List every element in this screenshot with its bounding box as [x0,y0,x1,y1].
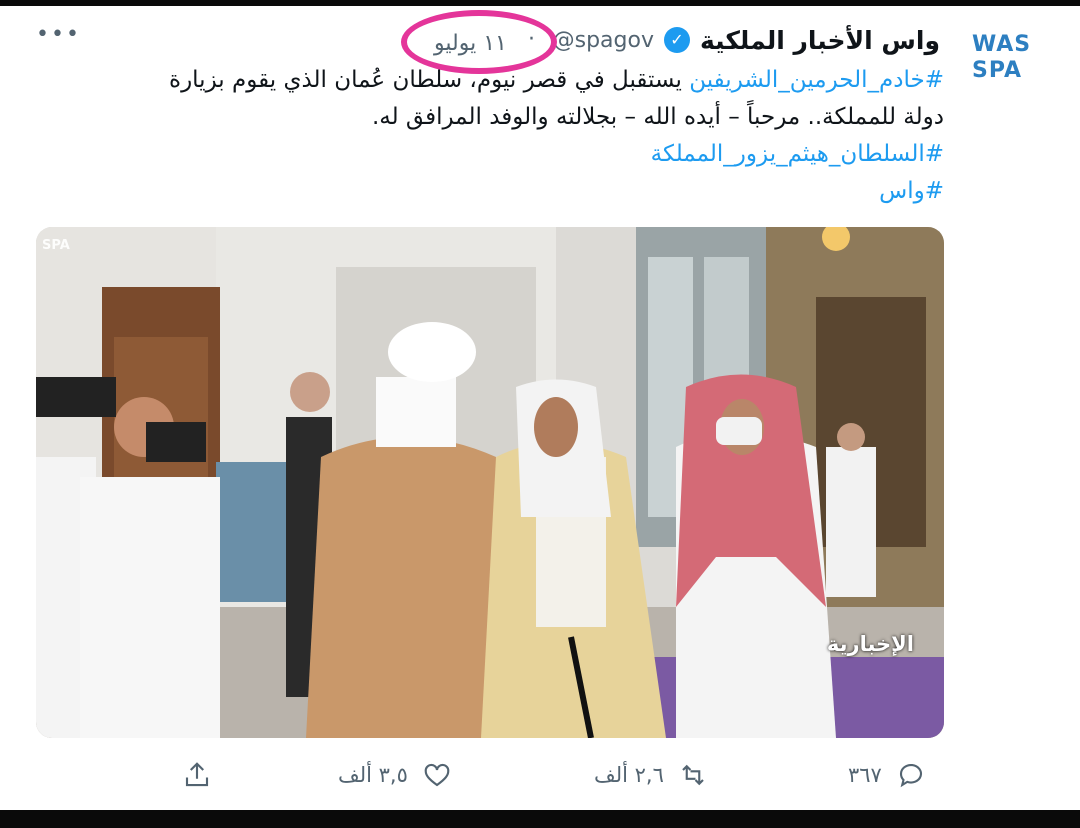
retweet-count: ٢,٦ ألف [594,763,664,787]
retweet-button[interactable]: ٢,٦ ألف [594,760,708,790]
share-button[interactable] [182,760,212,790]
avatar-logo-bottom: SPA [972,58,1022,83]
like-icon [424,763,450,787]
like-button[interactable]: ٣,٥ ألف [338,760,452,790]
watermark-channel: الإخبارية [826,632,914,656]
reply-icon [899,763,922,788]
hashtag-sultan-visit[interactable]: #السلطان_هيثم_يزور_المملكة [39,136,944,173]
display-name[interactable]: واس الأخبار الملكية [700,26,940,55]
top-edge [0,0,1080,6]
reply-button[interactable]: ٣٦٧ [848,760,926,790]
avatar-logo-top: WAS [972,32,1032,57]
retweet-icon [682,764,704,786]
tweet-header: @spagov ✓ واس الأخبار الملكية [553,20,940,60]
verified-badge-icon: ✓ [663,27,690,53]
tweet-text: #خادم_الحرمين_الشريفين يستقبل في قصر نيو… [39,62,944,210]
photo-scene [36,227,944,738]
tweet-media-image[interactable]: SPA الإخبارية [36,227,944,738]
watermark-agency: SPA [42,238,70,253]
hashtag-spa[interactable]: #واس [39,173,944,210]
avatar[interactable]: WAS SPA [972,34,1044,86]
bottom-edge [0,810,1080,828]
more-icon[interactable]: ••• [36,22,81,47]
reply-count: ٣٦٧ [848,763,882,787]
tweet-line-1: #خادم_الحرمين_الشريفين يستقبل في قصر نيو… [39,62,944,99]
tweet-line-1-text: يستقبل في قصر نيوم، سلطان عُمان الذي يقو… [169,67,690,93]
share-icon [185,762,209,787]
user-handle[interactable]: @spagov [553,28,654,53]
tweet-line-2: دولة للمملكة.. مرحباً – أيده الله – بجلا… [371,104,944,130]
like-count: ٣,٥ ألف [338,763,408,787]
hashtag-custodian[interactable]: #خادم_الحرمين_الشريفين [689,67,944,93]
tweet-actions: ٣٦٧ ٢,٦ ألف ٣,٥ ألف [0,760,1080,800]
